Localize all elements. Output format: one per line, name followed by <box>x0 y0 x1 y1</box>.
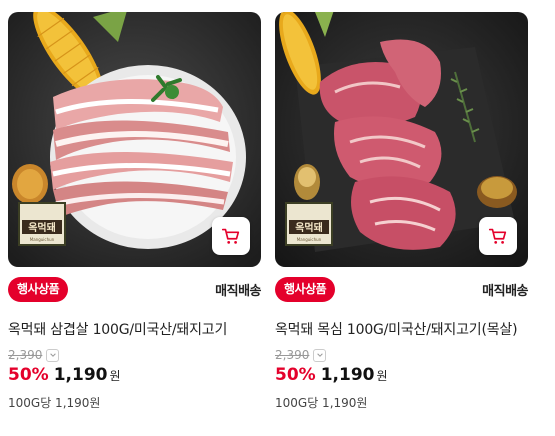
original-price: 2,390 <box>8 348 43 362</box>
svg-text:Manguichun: Manguichun <box>30 237 55 242</box>
unit-price: 100G당 1,190원 <box>275 396 368 410</box>
original-price-row: 2,390 <box>8 347 261 363</box>
brand-label-icon: 옥먹돼 Manguichun <box>18 202 66 246</box>
event-badge: 행사상품 <box>8 277 69 302</box>
discount-rate: 50% <box>8 365 49 385</box>
product-title[interactable]: 옥먹돼 삼겹살 100G/미국산/돼지고기 <box>8 320 261 340</box>
product-meta-row: 행사상품 매직배송 <box>275 276 528 304</box>
sale-price-row: 50% 1,190 원 <box>8 365 261 389</box>
currency-unit: 원 <box>109 369 121 383</box>
cart-icon <box>221 228 240 244</box>
brand-label-icon: 옥먹돼 Manguichun <box>285 202 333 246</box>
product-title[interactable]: 옥먹돼 목심 100G/미국산/돼지고기(목살) <box>275 320 528 340</box>
product-meta-row: 행사상품 매직배송 <box>8 276 261 304</box>
chevron-down-icon <box>50 353 56 357</box>
product-image[interactable]: 옥먹돼 Manguichun <box>8 12 261 267</box>
price-detail-toggle[interactable] <box>46 348 60 362</box>
product-card[interactable]: 옥먹돼 Manguichun 행사상품 매직배송 옥먹돼 목심 100G/미국산… <box>275 12 528 411</box>
chevron-down-icon <box>317 353 323 357</box>
svg-text:옥먹돼: 옥먹돼 <box>28 221 56 234</box>
product-card[interactable]: 옥먹돼 Manguichun 행사상품 매직배송 옥먹돼 삼겹살 100G/미국… <box>8 12 261 411</box>
discount-rate: 50% <box>275 365 316 385</box>
unit-price: 100G당 1,190원 <box>8 396 101 410</box>
delivery-type: 매직배송 <box>482 284 528 299</box>
delivery-type: 매직배송 <box>215 284 261 299</box>
cart-icon <box>488 228 507 244</box>
event-badge: 행사상품 <box>275 277 336 302</box>
price-detail-toggle[interactable] <box>313 348 327 362</box>
add-to-cart-button[interactable] <box>212 217 250 255</box>
original-price-row: 2,390 <box>275 347 528 363</box>
svg-text:Manguichun: Manguichun <box>297 237 322 242</box>
product-image[interactable]: 옥먹돼 Manguichun <box>275 12 528 267</box>
sale-price-row: 50% 1,190 원 <box>275 365 528 389</box>
sale-price: 1,190 <box>320 365 375 385</box>
add-to-cart-button[interactable] <box>479 217 517 255</box>
sale-price: 1,190 <box>53 365 108 385</box>
currency-unit: 원 <box>376 369 388 383</box>
svg-text:옥먹돼: 옥먹돼 <box>295 221 323 234</box>
original-price: 2,390 <box>275 348 310 362</box>
